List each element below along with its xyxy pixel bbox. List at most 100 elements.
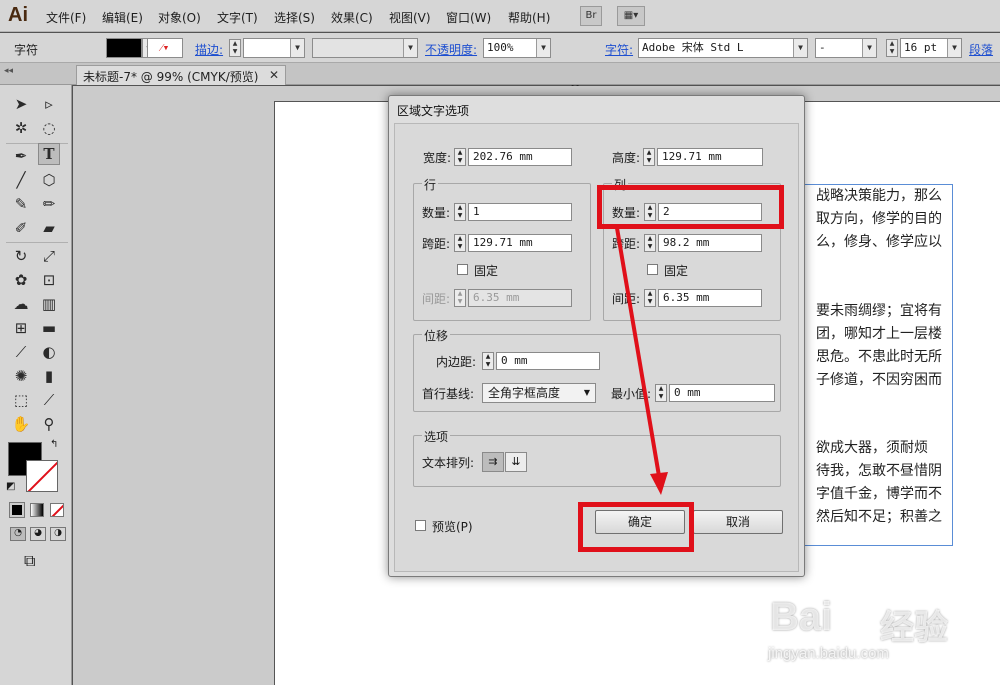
variable-width-field[interactable]: ▼ — [312, 38, 418, 58]
menu-view[interactable]: 视图(V) — [389, 9, 431, 26]
min-value-field[interactable]: 0 mm — [669, 384, 775, 402]
menu-effect[interactable]: 效果(C) — [331, 9, 373, 26]
mesh-tool-icon[interactable]: ⊞ — [10, 317, 32, 339]
stroke-weight-field[interactable]: ▼ — [243, 38, 305, 58]
menu-edit[interactable]: 编辑(E) — [102, 9, 143, 26]
inset-spacing-field[interactable]: 0 mm — [496, 352, 600, 370]
collapse-panel-icon[interactable]: ◂◂ — [4, 66, 13, 76]
color-mode-icon[interactable] — [9, 502, 25, 518]
rotate-tool-icon[interactable]: ↻ — [10, 245, 32, 267]
rows-count-spinner-icon[interactable]: ▲ ▼ — [454, 203, 466, 221]
workspace-layout-button[interactable]: ▦▾ — [617, 6, 645, 26]
cancel-button[interactable]: 取消 — [693, 510, 783, 534]
fill-color-swatch[interactable] — [106, 38, 142, 58]
type-tool-icon[interactable]: T — [38, 143, 60, 165]
zoom-tool-icon[interactable]: ⚲ — [38, 413, 60, 435]
font-style-field[interactable]: - ▼ — [815, 38, 877, 58]
rows-span-field[interactable]: 129.71 mm — [468, 234, 572, 252]
columns-gutter-spinner-icon[interactable]: ▲ ▼ — [644, 289, 656, 307]
symbol-sprayer-tool-icon[interactable]: ✺ — [10, 365, 32, 387]
width-field[interactable]: 202.76 mm — [468, 148, 572, 166]
default-colors-icon[interactable]: ◩ — [6, 481, 15, 492]
rows-group-title: 行 — [422, 176, 439, 193]
eyedropper-tool-icon[interactable]: ⟋ — [10, 341, 32, 363]
text-flow-rows-icon[interactable]: ⇉ — [482, 452, 504, 472]
selection-tool-icon[interactable]: ➤ — [10, 93, 32, 115]
draw-normal-icon[interactable]: ◔ — [10, 527, 26, 541]
scale-tool-icon[interactable]: ⤢ — [38, 245, 60, 267]
slice-tool-icon[interactable]: ⟋ — [38, 389, 60, 411]
line-tool-icon[interactable]: ╱ — [10, 169, 32, 191]
free-transform-tool-icon[interactable]: ⊡ — [38, 269, 60, 291]
paragraph-label[interactable]: 段落 — [969, 41, 993, 58]
control-bar: 字符 ▾ ⁄▾ 描边: ▲▼ ▼ ▼ 不透明度: 100%▼ ◉ 字符: Ado… — [0, 33, 1000, 89]
column-graph-tool-icon[interactable]: ▮ — [38, 365, 60, 387]
draw-inside-icon[interactable]: ◑ — [50, 527, 66, 541]
close-icon[interactable]: ✕ — [269, 68, 279, 82]
lasso-tool-icon[interactable]: ◌ — [38, 117, 60, 139]
menu-window[interactable]: 窗口(W) — [446, 9, 491, 26]
character-label[interactable]: 字符: — [605, 41, 633, 58]
font-size-field[interactable]: 16 pt ▼ — [900, 38, 962, 58]
draw-behind-icon[interactable]: ◕ — [30, 527, 46, 541]
height-spinner-icon[interactable]: ▲ ▼ — [643, 148, 655, 166]
body-text-line: 战略决策能力，那么 — [816, 188, 942, 204]
body-text-line: 取方向，修学的目的 — [816, 211, 942, 227]
pen-tool-icon[interactable]: ✒ — [10, 145, 32, 167]
width-spinner-icon[interactable]: ▲ ▼ — [454, 148, 466, 166]
opacity-field[interactable]: 100% ▼ — [483, 38, 551, 58]
text-flow-columns-icon[interactable]: ⇊ — [505, 452, 527, 472]
shape-builder-tool-icon[interactable]: ☁ — [10, 293, 32, 315]
rows-fixed-checkbox[interactable] — [457, 264, 468, 275]
blend-tool-icon[interactable]: ◐ — [38, 341, 60, 363]
stroke-color-swatch[interactable]: ⁄▾ — [147, 38, 183, 58]
stroke-label[interactable]: 描边: — [195, 41, 223, 58]
columns-span-field[interactable]: 98.2 mm — [658, 234, 762, 252]
columns-span-spinner-icon[interactable]: ▲ ▼ — [644, 234, 656, 252]
stroke-spinner-icon[interactable]: ▲ ▼ — [229, 39, 241, 57]
rows-span-spinner-icon[interactable]: ▲ ▼ — [454, 234, 466, 252]
blob-brush-tool-icon[interactable]: ✐ — [10, 217, 32, 239]
stroke-swatch[interactable] — [26, 460, 58, 492]
first-baseline-select[interactable]: 全角字框高度 ▼ — [482, 383, 596, 403]
document-tab[interactable]: 未标题-7* @ 99% (CMYK/预览) ✕ — [76, 65, 286, 85]
menu-help[interactable]: 帮助(H) — [508, 9, 550, 26]
direct-selection-tool-icon[interactable]: ▹ — [38, 93, 60, 115]
menu-select[interactable]: 选择(S) — [274, 9, 315, 26]
perspective-grid-tool-icon[interactable]: ▥ — [38, 293, 60, 315]
min-value-spinner-icon[interactable]: ▲ ▼ — [655, 384, 667, 402]
warp-tool-icon[interactable]: ✿ — [10, 269, 32, 291]
gradient-tool-icon[interactable]: ▬ — [38, 317, 60, 339]
toolbox-divider — [6, 242, 68, 243]
font-size-spinner-icon[interactable]: ▲ ▼ — [886, 39, 898, 57]
columns-gutter-field[interactable]: 6.35 mm — [658, 289, 762, 307]
rows-count-field[interactable]: 1 — [468, 203, 572, 221]
columns-fixed-label: 固定 — [664, 264, 689, 278]
menu-file[interactable]: 文件(F) — [46, 9, 86, 26]
width-label: 宽度: — [423, 151, 452, 165]
gradient-mode-icon[interactable] — [30, 503, 44, 517]
eraser-tool-icon[interactable]: ▰ — [38, 217, 60, 239]
menu-type[interactable]: 文字(T) — [217, 9, 258, 26]
height-label: 高度: — [612, 151, 641, 165]
inset-spacing-spinner-icon[interactable]: ▲ ▼ — [482, 352, 494, 370]
columns-fixed-checkbox[interactable] — [647, 264, 658, 275]
font-family-field[interactable]: Adobe 宋体 Std L ▼ — [638, 38, 808, 58]
artboard-tool-icon[interactable]: ⬚ — [10, 389, 32, 411]
screen-mode-icon[interactable]: ⧉ — [24, 551, 35, 571]
polygon-tool-icon[interactable]: ⬡ — [38, 169, 60, 191]
paintbrush-tool-icon[interactable]: ✎ — [10, 193, 32, 215]
body-text-line: 然后知不足；积善之 — [816, 509, 942, 525]
min-value-label: 最小值: — [611, 387, 652, 401]
hand-tool-icon[interactable]: ✋ — [10, 413, 32, 435]
preview-checkbox[interactable] — [415, 520, 426, 531]
options-group: 选项 文本排列: ⇉ ⇊ — [413, 428, 781, 487]
magic-wand-tool-icon[interactable]: ✲ — [10, 117, 32, 139]
opacity-label[interactable]: 不透明度: — [425, 41, 477, 58]
pencil-tool-icon[interactable]: ✏ — [38, 193, 60, 215]
bridge-button[interactable]: Br — [580, 6, 602, 26]
height-field[interactable]: 129.71 mm — [657, 148, 763, 166]
menu-object[interactable]: 对象(O) — [158, 9, 201, 26]
none-mode-icon[interactable] — [50, 503, 64, 517]
swap-colors-icon[interactable]: ↰ — [50, 439, 58, 450]
